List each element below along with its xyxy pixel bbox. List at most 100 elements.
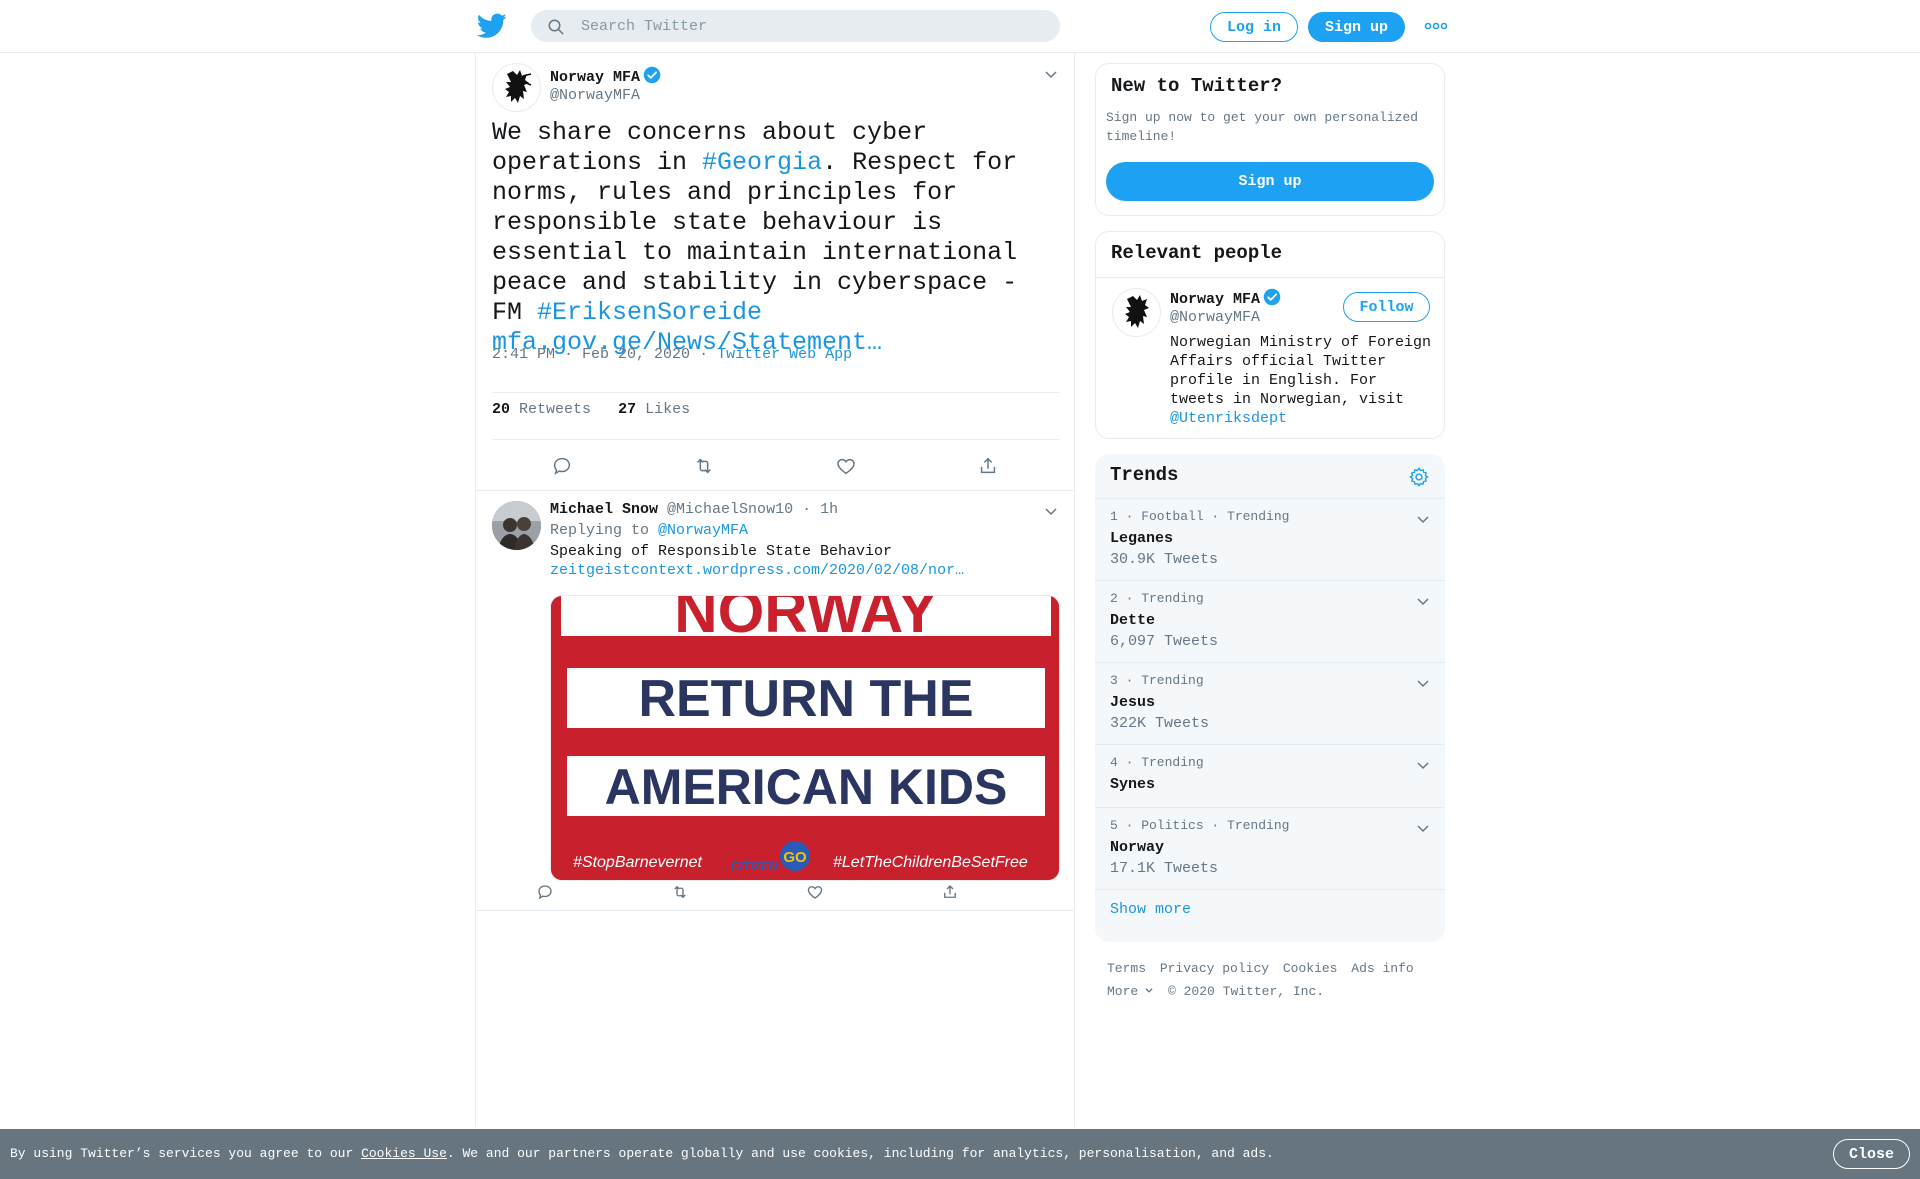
footer-terms-link[interactable]: Terms bbox=[1107, 961, 1146, 976]
norway-mfa-avatar[interactable] bbox=[1112, 288, 1161, 337]
trend-count: 30.9K Tweets bbox=[1110, 551, 1219, 568]
relevant-people-header: Relevant people bbox=[1096, 232, 1444, 278]
cookies-use-link[interactable]: Cookies Use bbox=[361, 1146, 447, 1161]
tweet-author-handle[interactable]: @NorwayMFA bbox=[550, 87, 640, 104]
footer-ads-link[interactable]: Ads info bbox=[1351, 961, 1413, 976]
chevron-down-icon[interactable] bbox=[1415, 593, 1431, 609]
citizengo-logo-go: GO bbox=[783, 849, 807, 866]
chevron-down-icon[interactable] bbox=[1415, 675, 1431, 691]
tweet-author-name[interactable]: Norway MFA bbox=[550, 69, 640, 86]
reply-text: Speaking of Responsible State Behavior z… bbox=[550, 542, 964, 580]
bio-mention-link[interactable]: @Utenriksdept bbox=[1170, 410, 1287, 427]
share-icon[interactable] bbox=[941, 883, 959, 901]
cookie-close-button[interactable]: Close bbox=[1833, 1139, 1910, 1169]
likes-label[interactable]: Likes bbox=[645, 401, 690, 418]
user-photo-icon bbox=[492, 501, 541, 550]
tweet-text: We share concerns about cyber operations… bbox=[492, 118, 1062, 358]
chevron-down-icon[interactable] bbox=[1043, 66, 1059, 82]
hashtag-link[interactable]: #EriksenSoreide bbox=[537, 298, 762, 327]
chevron-down-icon[interactable] bbox=[1043, 503, 1059, 519]
more-options-icon[interactable] bbox=[1424, 18, 1448, 34]
reply-age[interactable]: · 1h bbox=[802, 501, 838, 518]
trend-name[interactable]: Dette bbox=[1110, 612, 1155, 629]
sidebar-footer: Terms Privacy policy Cookies Ads info Mo… bbox=[1095, 957, 1445, 1003]
verified-badge-icon bbox=[643, 66, 661, 84]
likes-count[interactable]: 27 bbox=[618, 401, 636, 418]
footer-privacy-link[interactable]: Privacy policy bbox=[1160, 961, 1269, 976]
reply-actions bbox=[536, 883, 1036, 907]
tweet-source-link[interactable]: Twitter Web App bbox=[717, 346, 852, 363]
trends-header: Trends bbox=[1095, 454, 1445, 499]
trend-name[interactable]: Leganes bbox=[1110, 530, 1173, 547]
retweets-count[interactable]: 20 bbox=[492, 401, 510, 418]
show-more-link[interactable]: Show more bbox=[1110, 901, 1191, 918]
sidebar-signup-button[interactable]: Sign up bbox=[1106, 162, 1434, 201]
trend-name[interactable]: Norway bbox=[1110, 839, 1164, 856]
like-heart-icon[interactable] bbox=[835, 455, 857, 477]
reply-author-handle[interactable]: @MichaelSnow10 bbox=[667, 501, 793, 518]
person-handle[interactable]: @NorwayMFA bbox=[1170, 309, 1260, 326]
replying-to-handle-link[interactable]: @NorwayMFA bbox=[658, 522, 748, 539]
reply-image[interactable]: NORWAY RETURN THE AMERICAN KIDS #StopBar… bbox=[550, 595, 1060, 881]
chevron-down-icon[interactable] bbox=[1415, 757, 1431, 773]
citizengo-logo-text: CITIZEN bbox=[731, 859, 778, 873]
norway-lion-crest-icon bbox=[1125, 295, 1149, 328]
trend-name[interactable]: Synes bbox=[1110, 776, 1155, 793]
trend-item[interactable]: 3 · Trending Jesus 322K Tweets bbox=[1095, 663, 1445, 745]
search-input[interactable] bbox=[581, 10, 1041, 42]
trends-title: Trends bbox=[1110, 464, 1179, 486]
person-name[interactable]: Norway MFA bbox=[1170, 291, 1260, 308]
banner-line1: RETURN THE bbox=[638, 670, 973, 728]
chevron-down-icon bbox=[1145, 988, 1153, 993]
trend-count: 322K Tweets bbox=[1110, 715, 1210, 732]
chevron-down-icon[interactable] bbox=[1415, 820, 1431, 836]
reply-author-name[interactable]: Michael Snow bbox=[550, 501, 658, 518]
new-to-twitter-card: New to Twitter? Sign up now to get your … bbox=[1095, 63, 1445, 216]
norway-mfa-avatar[interactable] bbox=[492, 63, 541, 112]
reply-icon[interactable] bbox=[551, 455, 573, 477]
trend-name[interactable]: Jesus bbox=[1110, 694, 1155, 711]
login-button[interactable]: Log in bbox=[1210, 12, 1298, 42]
trend-item[interactable]: 1 · Football · Trending Leganes 30.9K Tw… bbox=[1095, 499, 1445, 581]
trend-item[interactable]: 4 · Trending Synes bbox=[1095, 745, 1445, 808]
trend-item[interactable]: 2 · Trending Dette 6,097 Tweets bbox=[1095, 581, 1445, 663]
footer-more-label[interactable]: More bbox=[1107, 984, 1138, 999]
reply-icon[interactable] bbox=[536, 883, 554, 901]
cookie-consent-bar: By using Twitter’s services you agree to… bbox=[0, 1129, 1920, 1179]
trend-item[interactable]: 5 · Politics · Trending Norway 17.1K Twe… bbox=[1095, 808, 1445, 890]
relevant-people-card: Relevant people Norway MFA @NorwayMFA Fo… bbox=[1095, 231, 1445, 439]
banner-top-text: NORWAY bbox=[674, 596, 937, 645]
verified-badge-icon bbox=[1263, 288, 1281, 306]
relevant-people-title: Relevant people bbox=[1111, 242, 1283, 264]
gear-icon[interactable] bbox=[1408, 466, 1430, 488]
search-box[interactable] bbox=[531, 10, 1060, 42]
retweets-label[interactable]: Retweets bbox=[519, 401, 591, 418]
reply-author-row: Michael Snow @MichaelSnow10 · 1h bbox=[550, 501, 838, 518]
retweet-icon[interactable] bbox=[671, 883, 689, 901]
separator-dot: · bbox=[699, 346, 709, 363]
reply-url-link[interactable]: zeitgeistcontext.wordpress.com/2020/02/0… bbox=[550, 561, 964, 580]
footer-more-button[interactable]: More bbox=[1107, 984, 1154, 999]
tweet-timestamp[interactable]: 2:41 PM · Feb 20, 2020 bbox=[492, 346, 690, 363]
reply-tweet[interactable]: Michael Snow @MichaelSnow10 · 1h Replyin… bbox=[476, 491, 1074, 911]
retweet-icon[interactable] bbox=[693, 455, 715, 477]
hashtag-link[interactable]: #Georgia bbox=[702, 148, 822, 177]
new-to-twitter-title: New to Twitter? bbox=[1111, 75, 1283, 97]
trend-context: 3 · Trending bbox=[1110, 673, 1204, 688]
person-name-row[interactable]: Norway MFA bbox=[1170, 288, 1281, 308]
like-heart-icon[interactable] bbox=[806, 883, 824, 901]
search-icon bbox=[548, 19, 564, 35]
twitter-logo-icon[interactable] bbox=[477, 13, 507, 39]
tweet-author-name-row[interactable]: Norway MFA bbox=[550, 66, 661, 86]
right-sidebar: New to Twitter? Sign up now to get your … bbox=[1095, 63, 1445, 1003]
footer-cookies-link[interactable]: Cookies bbox=[1283, 961, 1338, 976]
share-icon[interactable] bbox=[977, 455, 999, 477]
tweet-timestamp-row: 2:41 PM · Feb 20, 2020 · Twitter Web App bbox=[492, 346, 852, 363]
trend-context: 1 · Football · Trending bbox=[1110, 509, 1290, 524]
chevron-down-icon[interactable] bbox=[1415, 511, 1431, 527]
tweet-stats: 20 Retweets 27 Likes bbox=[492, 392, 1060, 440]
follow-button[interactable]: Follow bbox=[1343, 292, 1430, 322]
banner-image: NORWAY RETURN THE AMERICAN KIDS #StopBar… bbox=[551, 596, 1059, 880]
signup-button[interactable]: Sign up bbox=[1308, 12, 1405, 42]
michael-snow-avatar[interactable] bbox=[492, 501, 541, 550]
